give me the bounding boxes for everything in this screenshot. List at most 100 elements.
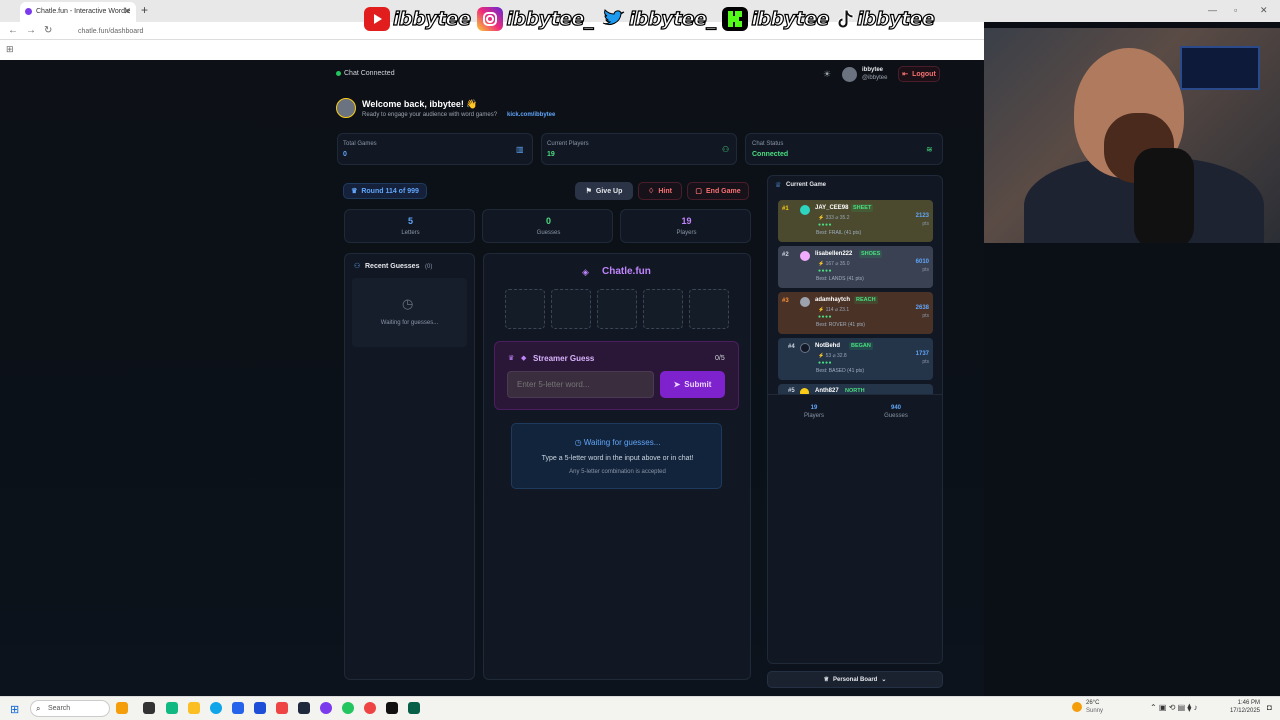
bar-chart-icon: ▥ bbox=[516, 145, 524, 154]
back-icon[interactable]: ← bbox=[8, 25, 18, 36]
send-icon: ➤ bbox=[673, 380, 681, 389]
rating-dots-icon: ●●●● bbox=[818, 314, 833, 320]
steam-icon[interactable] bbox=[298, 702, 310, 714]
leaderboard-row[interactable]: #5 Anth827 NORTH bbox=[778, 384, 933, 394]
leaderboard-row[interactable]: #4 NotBehd BEGAN ⚡ 53 ⌀ 32.8 ●●●● Best: … bbox=[778, 338, 933, 380]
counter-value: 5 bbox=[407, 216, 413, 226]
letter-tile bbox=[551, 289, 591, 329]
chat-status-text: Chat Connected bbox=[344, 70, 395, 77]
avatar bbox=[800, 297, 810, 307]
theme-toggle-icon[interactable]: ☀ bbox=[823, 69, 831, 80]
hint-button[interactable]: ♢ Hint bbox=[638, 182, 682, 200]
stat-value: Connected bbox=[752, 151, 789, 158]
submit-button[interactable]: ➤ Submit bbox=[660, 371, 725, 398]
rating-dots-icon: ●●●● bbox=[818, 222, 833, 228]
logout-button[interactable]: ⇤ Logout bbox=[898, 66, 940, 82]
letter-tile bbox=[597, 289, 637, 329]
kick-channel-link[interactable]: kick.com/ibbytee bbox=[507, 112, 555, 118]
tab-close-icon[interactable]: ✕ bbox=[123, 6, 131, 17]
taskbar-search[interactable]: ⌕ Search bbox=[30, 700, 110, 717]
recent-guesses-panel: ⚇ Recent Guesses (0) ◷ Waiting for guess… bbox=[344, 253, 475, 680]
social-handle-twitter: ibbytee_ bbox=[628, 7, 716, 30]
social-handle-kick: ibbytee bbox=[751, 7, 830, 30]
taskbar-app-icon[interactable] bbox=[408, 702, 420, 714]
taskbar-app-icon[interactable] bbox=[232, 702, 244, 714]
personal-board-toggle[interactable]: ♕ Personal Board ⌄ bbox=[767, 671, 943, 688]
trophy-icon: ♕ bbox=[823, 677, 829, 683]
stop-icon: ▢ bbox=[695, 188, 702, 195]
browser-tab[interactable]: Chatle.fun - Interactive Wordle ✕ bbox=[20, 2, 136, 22]
forward-icon[interactable]: → bbox=[26, 25, 36, 36]
leaderboard-row[interactable]: #2 lisabellen222 SHOES ⚡ 167 ⌀ 35.0 ●●●●… bbox=[778, 246, 933, 288]
maximize-icon[interactable]: ▫ bbox=[1234, 5, 1237, 15]
new-tab-button[interactable]: + bbox=[141, 3, 148, 17]
counter-guesses: 0 Guesses bbox=[482, 209, 613, 243]
chevron-down-icon: ⌄ bbox=[881, 677, 887, 683]
waiting-title: ◷ Waiting for guesses... bbox=[574, 438, 661, 447]
waiting-instructions: Type a 5-letter word in the input above … bbox=[541, 455, 694, 462]
folder-icon[interactable] bbox=[188, 702, 200, 714]
taskbar-app-icon[interactable] bbox=[386, 702, 398, 714]
user-name: ibbytee bbox=[862, 67, 884, 73]
recent-guesses-count: (0) bbox=[425, 264, 433, 270]
footer-guesses-label: Guesses bbox=[884, 413, 908, 419]
footer-players-label: Players bbox=[803, 413, 824, 419]
tray-icons[interactable]: ⌃ ▣ ⟲ ▤ ⧫ ♪ bbox=[1150, 703, 1198, 712]
taskbar-app-icon[interactable] bbox=[320, 702, 332, 714]
divider bbox=[768, 394, 942, 395]
twitter-icon bbox=[600, 7, 626, 31]
user-handle: @ibbytee bbox=[862, 75, 888, 81]
outlook-icon[interactable] bbox=[254, 702, 266, 714]
trophy-icon: ♕ bbox=[775, 182, 782, 189]
chrome-icon[interactable] bbox=[364, 702, 376, 714]
clock-time: 1:46 PM bbox=[1237, 700, 1260, 706]
leaderboard-row[interactable]: #1 JAY_CEE98 SHEET ⚡ 333 ⌀ 35.2 ●●●● Bes… bbox=[778, 200, 933, 242]
window-close-icon[interactable]: ✕ bbox=[1260, 5, 1268, 16]
webcam-microphone bbox=[1134, 148, 1194, 243]
windows-start-icon[interactable]: ⊞ bbox=[10, 703, 19, 716]
stat-card-current-players: Current Players 19 ⚇ bbox=[541, 133, 737, 165]
gamepad-icon: ◆ bbox=[521, 355, 527, 362]
word-input[interactable] bbox=[507, 371, 654, 398]
leaderboard-row[interactable]: #3 adamhaytch REACH ⚡ 114 ⌀ 23.1 ●●●● Be… bbox=[778, 292, 933, 334]
apps-grid-icon[interactable]: ⊞ bbox=[6, 44, 14, 55]
flag-icon: ⚑ bbox=[585, 188, 592, 195]
end-game-button[interactable]: ▢ End Game bbox=[687, 182, 749, 200]
letter-tile bbox=[505, 289, 545, 329]
waiting-info-box: ◷ Waiting for guesses... Type a 5-letter… bbox=[511, 423, 722, 489]
stat-card-chat-status: Chat Status Connected ≋ bbox=[745, 133, 943, 165]
social-handle-youtube: ibbytee bbox=[392, 7, 471, 30]
search-icon: ⌕ bbox=[36, 704, 41, 713]
guess-count: 0/5 bbox=[715, 355, 725, 362]
brave-icon[interactable] bbox=[276, 702, 288, 714]
instagram-icon bbox=[477, 7, 504, 31]
give-up-button[interactable]: ⚑ Give Up bbox=[575, 182, 633, 200]
notification-icon[interactable]: ◘ bbox=[1267, 703, 1272, 712]
stat-card-total-games: Total Games 0 ▥ bbox=[337, 133, 533, 165]
windows-taskbar: ⊞ ⌕ Search 26°C Sunny ⌃ ▣ ⟲ ▤ ⧫ ♪ 1:46 P… bbox=[0, 696, 1280, 720]
logout-icon: ⇤ bbox=[902, 71, 909, 78]
right-background bbox=[984, 243, 1280, 696]
footer-players-value: 19 bbox=[810, 405, 818, 411]
bookmarks-bar: ⊞ bbox=[0, 40, 984, 60]
taskbar-app-icon[interactable] bbox=[166, 702, 178, 714]
clock-icon: ◷ bbox=[574, 438, 582, 447]
weather-temp: 26°C bbox=[1086, 700, 1100, 706]
waiting-box: ◷ Waiting for guesses... bbox=[352, 278, 467, 347]
streamer-guess-panel: ♛ ◆ Streamer Guess 0/5 ➤Submit bbox=[494, 341, 739, 410]
rating-dots-icon: ●●●● bbox=[818, 268, 833, 274]
connection-dot-icon bbox=[336, 71, 341, 76]
social-handle-tiktok: ibbytee bbox=[856, 7, 935, 30]
taskbar-app-icon[interactable] bbox=[143, 702, 155, 714]
counter-label: Guesses bbox=[536, 230, 561, 236]
reload-icon[interactable]: ↻ bbox=[44, 25, 52, 36]
round-badge: ♛ Round 114 of 999 bbox=[343, 183, 427, 199]
spotify-icon[interactable] bbox=[342, 702, 354, 714]
letter-tile bbox=[643, 289, 683, 329]
counter-value: 0 bbox=[545, 216, 551, 226]
minimize-icon[interactable]: — bbox=[1208, 5, 1217, 15]
clock-icon: ◷ bbox=[402, 296, 414, 311]
taskbar-app-icon[interactable] bbox=[116, 702, 128, 714]
edge-icon[interactable] bbox=[210, 702, 222, 714]
wifi-icon: ≋ bbox=[926, 145, 933, 154]
